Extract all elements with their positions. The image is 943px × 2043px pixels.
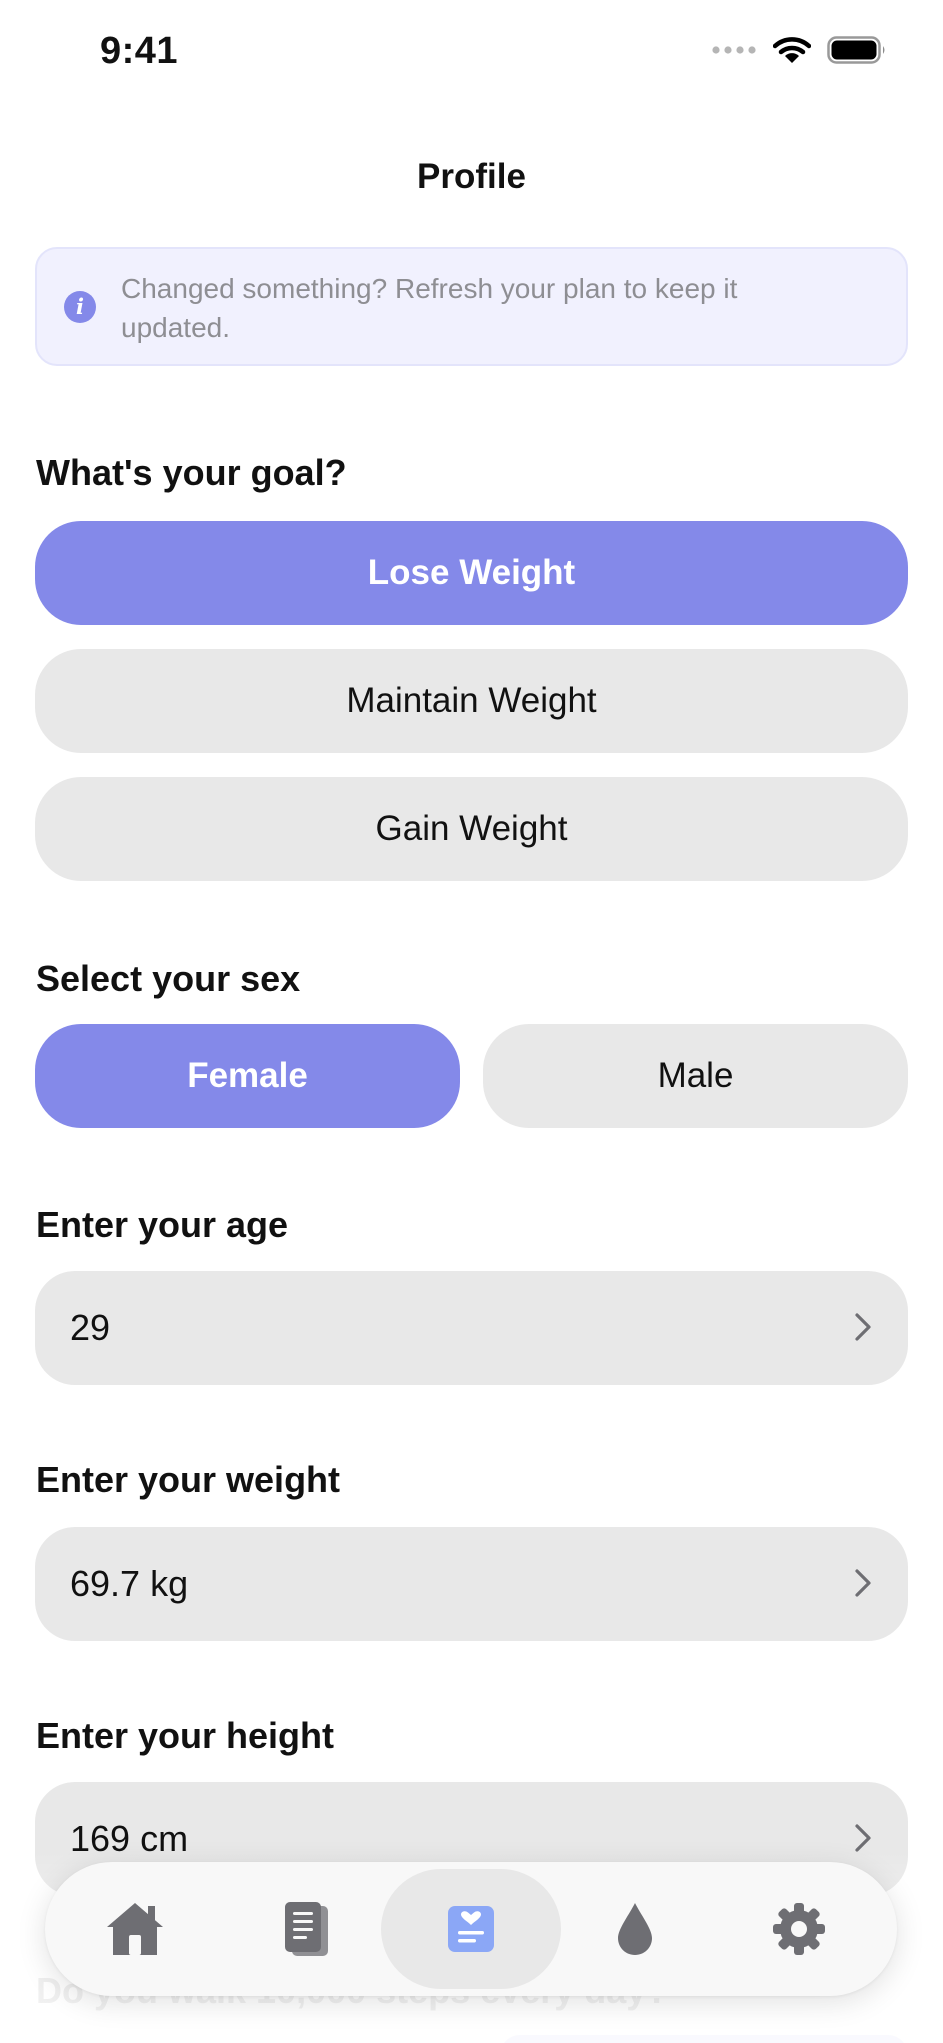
signal-icon [712,46,756,54]
health-profile-icon [448,1906,494,1952]
age-field[interactable]: 29 [35,1271,908,1385]
banner-message: Changed something? Refresh your plan to … [121,273,738,343]
tab-bar [45,1862,897,1996]
sex-option-male[interactable]: Male [483,1024,908,1128]
tab-settings[interactable] [709,1869,889,1989]
tab-profile[interactable] [381,1869,561,1989]
chevron-right-icon [855,1824,871,1852]
weight-field[interactable]: 69.7 kg [35,1527,908,1641]
home-icon [107,1903,163,1955]
goal-option-gain-weight[interactable]: Gain Weight [35,777,908,881]
weight-label: Enter your weight [36,1459,341,1500]
status-bar: 9:41 [0,0,943,110]
tab-home[interactable] [45,1869,225,1989]
battery-icon [827,36,885,64]
page-title: Profile [417,157,526,196]
steps-option[interactable] [500,2035,908,2043]
age-label: Enter your age [36,1204,289,1245]
refresh-plan-banner[interactable]: i Changed something? Refresh your plan t… [35,247,908,366]
chevron-right-icon [855,1313,871,1341]
chevron-right-icon [855,1569,871,1597]
sex-label: Select your sex [36,958,301,999]
tab-journal[interactable] [217,1869,397,1989]
status-time: 9:41 [100,30,179,72]
tab-water[interactable] [545,1869,725,1989]
height-label: Enter your height [36,1715,335,1756]
goal-label: What's your goal? [36,452,347,493]
wifi-icon [773,37,811,63]
info-icon: i [64,291,96,323]
weight-value: 69.7 kg [70,1563,189,1604]
settings-gear-icon [773,1903,825,1955]
water-drop-icon [618,1903,652,1955]
goal-option-maintain-weight[interactable]: Maintain Weight [35,649,908,753]
goal-option-lose-weight[interactable]: Lose Weight [35,521,908,625]
journal-icon [285,1902,328,1956]
age-value: 29 [70,1307,111,1348]
status-icons [711,36,887,64]
sex-option-female[interactable]: Female [35,1024,460,1128]
